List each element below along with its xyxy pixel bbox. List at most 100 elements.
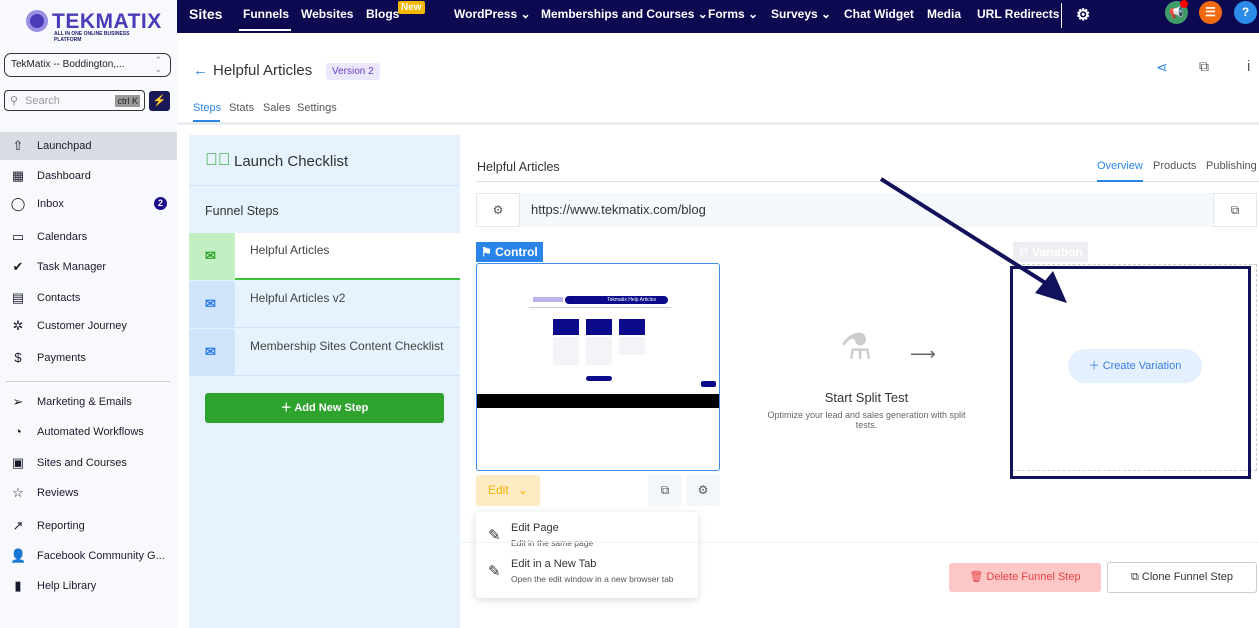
chevron-updown-icon: ⌃ ⌄	[154, 55, 162, 74]
nav-url-redirects[interactable]: URL Redirects	[977, 7, 1059, 21]
unread-badge: 2	[154, 197, 167, 210]
tab-settings[interactable]: Settings	[297, 102, 337, 114]
funnel-step[interactable]: ✉ Helpful Articles v2	[189, 281, 460, 328]
contacts-icon: ▤	[11, 290, 25, 305]
tab-publishing[interactable]: Publishing	[1206, 160, 1257, 172]
nav-funnels[interactable]: Funnels	[243, 7, 289, 21]
tab-stats[interactable]: Stats	[229, 102, 254, 114]
chat-icon: ◯	[10, 196, 26, 211]
sidebar-item-calendars[interactable]: ▭ Calendars	[0, 223, 177, 251]
payments-icon: $	[14, 350, 22, 365]
plus-icon: ＋	[1088, 360, 1100, 372]
calendar-icon: ▭	[11, 229, 25, 244]
search-input[interactable]: ⚲ Search ctrl K	[4, 90, 145, 111]
trash-icon: 🗑	[969, 571, 984, 583]
list-icon[interactable]: ☰	[1199, 1, 1222, 24]
back-arrow-icon[interactable]: ←	[193, 62, 208, 79]
chevron-down-icon: ⌄	[518, 483, 529, 497]
external-link-icon[interactable]: ⧉	[1199, 58, 1209, 75]
quick-actions-button[interactable]: ⚡	[149, 91, 170, 111]
search-icon: ⚲	[10, 95, 19, 107]
send-icon: ➢	[12, 394, 24, 409]
sidebar-item-reviews[interactable]: ☆ Reviews	[0, 479, 177, 507]
step-title: Helpful Articles	[477, 160, 560, 174]
menu-item-edit-page[interactable]: ✎ Edit Page Edit in the same page	[476, 518, 698, 554]
tab-steps[interactable]: Steps	[193, 102, 221, 114]
funnel-steps-panel: ✓⃝ Launch Checklist Funnel Steps ✉ Helpfu…	[189, 135, 460, 628]
star-icon: ☆	[12, 485, 24, 500]
launchpad-icon: ⇧	[12, 138, 24, 153]
check-circle-icon: ✔	[12, 259, 24, 274]
nav-forms[interactable]: Forms ⌄	[708, 7, 758, 21]
page-title: Helpful Articles	[213, 62, 313, 79]
launch-checklist-title: Launch Checklist	[234, 153, 349, 170]
funnel-steps-heading: Funnel Steps	[205, 204, 279, 218]
edit-square-icon: ✎	[488, 563, 501, 580]
tab-sales[interactable]: Sales	[263, 102, 291, 114]
delete-funnel-step-button[interactable]: 🗑 Delete Funnel Step	[949, 563, 1101, 592]
share-icon[interactable]: ⋖	[1156, 59, 1168, 76]
flag-icon: ⚑	[481, 245, 492, 259]
add-new-step-button[interactable]: ＋ Add New Step	[205, 393, 444, 423]
section-title: Sites	[189, 6, 223, 22]
sites-icon: ▣	[11, 455, 25, 470]
sidebar-item-help-library[interactable]: ▮ Help Library	[0, 572, 177, 600]
info-icon[interactable]: i	[1247, 58, 1250, 75]
plus-icon: ＋	[280, 402, 292, 414]
settings-gear-icon[interactable]: ⚙	[1076, 5, 1090, 25]
step-settings-gear-icon[interactable]: ⚙	[686, 475, 720, 506]
open-url-icon[interactable]: ⧉	[1213, 193, 1257, 227]
dashboard-icon: ▦	[11, 168, 25, 183]
copy-icon: ⧉	[1130, 571, 1139, 583]
sidebar-item-contacts[interactable]: ▤ Contacts	[0, 284, 177, 312]
nav-chat-widget[interactable]: Chat Widget	[844, 7, 914, 21]
sidebar-item-reporting[interactable]: ↗ Reporting	[0, 512, 177, 540]
flasks-icon: ⚗	[840, 326, 873, 367]
help-icon[interactable]: ?	[1234, 1, 1257, 24]
arrow-right-icon: ⟶	[910, 344, 936, 364]
sidebar-item-facebook-community-g-[interactable]: 👤 Facebook Community G...	[0, 542, 177, 570]
sidebar-item-task-manager[interactable]: ✔ Task Manager	[0, 253, 177, 281]
split-test-description: Optimize your lead and sales generation …	[767, 410, 966, 430]
tab-products[interactable]: Products	[1153, 160, 1196, 172]
sidebar-item-marketing-emails[interactable]: ➢ Marketing & Emails	[0, 388, 177, 416]
sidebar-item-inbox[interactable]: ◯ Inbox 2	[0, 190, 177, 218]
edit-dropdown-button[interactable]: Edit ⌄	[476, 475, 540, 506]
nav-media[interactable]: Media	[927, 7, 961, 21]
sidebar-item-customer-journey[interactable]: ✲ Customer Journey	[0, 312, 177, 340]
sidebar-item-dashboard[interactable]: ▦ Dashboard	[0, 162, 177, 190]
sidebar-item-automated-workflows[interactable]: ◔ Automated Workflows	[0, 418, 177, 446]
nav-wordpress[interactable]: WordPress ⌄	[454, 7, 531, 21]
page-preview-thumbnail[interactable]: Tekmatix Help Articles	[476, 263, 720, 471]
trend-icon: ↗	[12, 518, 24, 533]
nav-blogs[interactable]: Blogs	[366, 7, 399, 21]
nav-websites[interactable]: Websites	[301, 7, 353, 21]
workflow-icon: ◔	[14, 424, 22, 439]
page-url[interactable]: https://www.tekmatix.com/blog	[531, 202, 706, 217]
annotation-arrow	[879, 177, 1067, 303]
sidebar-item-launchpad[interactable]: ⇧ Launchpad	[0, 132, 177, 160]
clone-funnel-step-button[interactable]: ⧉ Clone Funnel Step	[1107, 562, 1257, 593]
nav-surveys[interactable]: Surveys ⌄	[771, 7, 831, 21]
sidebar-item-sites-and-courses[interactable]: ▣ Sites and Courses	[0, 449, 177, 477]
book-icon: ▮	[14, 578, 22, 593]
funnel-step[interactable]: ✉ Membership Sites Content Checklist	[189, 329, 460, 376]
brand-logo: TEKMATIX ALL IN ONE ONLINE BUSINESS PLATF…	[26, 10, 161, 43]
user-plus-icon: 👤	[10, 548, 27, 563]
tab-overview[interactable]: Overview	[1097, 160, 1143, 172]
funnel-step[interactable]: ✉ Helpful Articles	[189, 233, 460, 280]
menu-item-edit-new-tab[interactable]: ✎ Edit in a New Tab Open the edit window i…	[476, 554, 698, 590]
url-settings-gear-icon[interactable]: ⚙	[476, 193, 520, 227]
journey-icon: ✲	[12, 318, 24, 333]
account-switcher[interactable]: TekMatix -- Boddington,... ⌃ ⌄	[4, 53, 171, 77]
check-circle-icon: ✓⃝	[205, 150, 231, 169]
top-nav: Sites Funnels Websites Blogs New WordPre…	[177, 0, 1259, 33]
edit-menu: ✎ Edit Page Edit in the same page ✎ Edit in…	[476, 512, 698, 598]
split-test-title: Start Split Test	[824, 390, 909, 405]
sidebar: TEKMATIX ALL IN ONE ONLINE BUSINESS PLATF…	[0, 0, 177, 628]
create-variation-button[interactable]: ＋ Create Variation	[1068, 349, 1202, 383]
open-preview-icon[interactable]: ⧉	[648, 475, 682, 506]
sidebar-item-payments[interactable]: $ Payments	[0, 344, 177, 372]
nav-memberships[interactable]: Memberships and Courses ⌄	[541, 7, 708, 21]
bolt-icon: ⚡	[152, 95, 167, 107]
